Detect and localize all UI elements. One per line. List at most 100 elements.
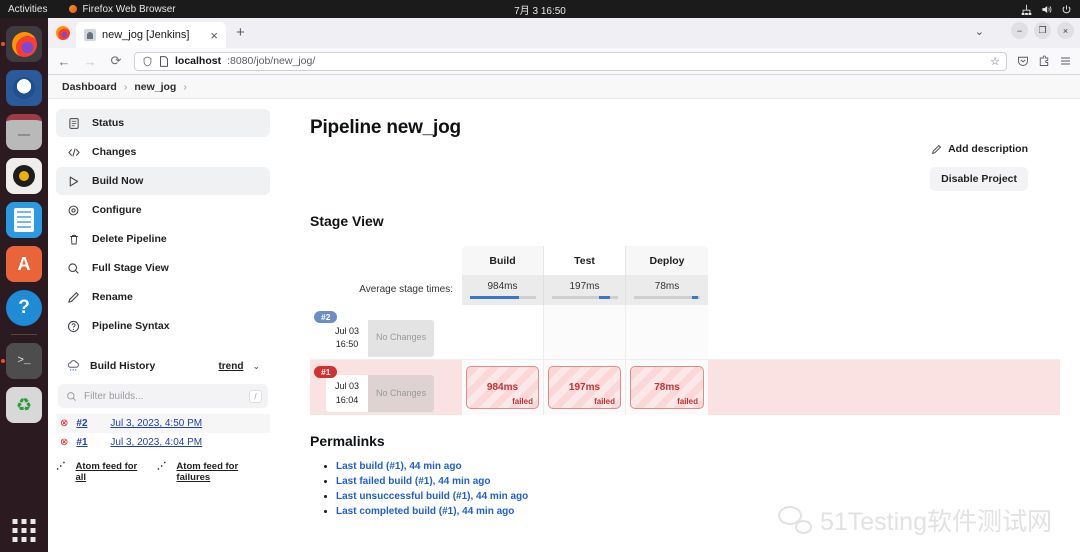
build-number[interactable]: #1 bbox=[76, 437, 102, 448]
chevron-down-icon[interactable]: ⌄ bbox=[252, 361, 260, 372]
build-date[interactable]: Jul 3, 2023, 4:50 PM bbox=[110, 418, 202, 429]
ubuntu-software-icon[interactable]: A bbox=[6, 246, 42, 282]
add-description-button[interactable]: Add description bbox=[930, 143, 1028, 155]
dock-item-trash[interactable]: ♻ bbox=[6, 387, 42, 423]
pencil-icon bbox=[66, 291, 81, 304]
page-title: Pipeline new_jog bbox=[310, 117, 461, 138]
back-icon[interactable]: ← bbox=[56, 54, 72, 69]
atom-feed-failures-link[interactable]: Atom feed for failures bbox=[176, 461, 270, 483]
permalink-last-failed-build[interactable]: Last failed build (#1), 44 min ago bbox=[336, 476, 490, 487]
stage-run-row-1[interactable]: #1 Jul 03 16:04 No Changes 984ms failed … bbox=[310, 360, 1060, 415]
document-icon bbox=[66, 117, 81, 130]
atom-feed-links: ⋰ Atom feed for all ⋰ Atom feed for fail… bbox=[56, 461, 270, 483]
help-icon[interactable]: ? bbox=[6, 290, 42, 326]
sidebar-item-changes[interactable]: Changes bbox=[56, 138, 270, 166]
activities-button[interactable]: Activities bbox=[8, 4, 47, 15]
sidebar-item-delete-pipeline[interactable]: Delete Pipeline bbox=[56, 225, 270, 253]
filter-builds-input[interactable]: Filter builds... / bbox=[58, 384, 268, 408]
build-number[interactable]: #2 bbox=[76, 418, 102, 429]
power-icon[interactable] bbox=[1061, 4, 1072, 15]
dock-item-terminal[interactable]: >_ bbox=[1, 343, 42, 379]
failed-stage-box[interactable]: 197ms failed bbox=[548, 366, 621, 409]
sidebar-item-status[interactable]: Status bbox=[56, 109, 270, 137]
dock-item-ubuntu-software[interactable]: A bbox=[6, 246, 42, 282]
minimize-button[interactable]: − bbox=[1011, 22, 1028, 39]
run-info-box: Jul 03 16:04 No Changes bbox=[326, 375, 435, 412]
stage-cell-test[interactable] bbox=[544, 305, 626, 359]
firefox-logo-icon bbox=[56, 26, 70, 40]
trash-icon[interactable]: ♻ bbox=[6, 387, 42, 423]
system-tray[interactable] bbox=[1021, 4, 1072, 15]
chevron-down-icon[interactable]: ⌄ bbox=[975, 25, 984, 38]
failed-stage-box[interactable]: 984ms failed bbox=[466, 366, 539, 409]
trash-icon bbox=[66, 233, 81, 246]
disable-project-button[interactable]: Disable Project bbox=[930, 167, 1028, 191]
build-badge[interactable]: #1 bbox=[314, 366, 338, 378]
stage-duration-bar bbox=[551, 296, 618, 299]
files-icon[interactable] bbox=[6, 114, 42, 150]
forward-icon[interactable]: → bbox=[82, 54, 98, 69]
dock-item-rhythmbox[interactable] bbox=[6, 158, 42, 194]
show-applications-button[interactable] bbox=[12, 519, 36, 542]
close-button[interactable]: × bbox=[1057, 22, 1074, 39]
firefox-icon bbox=[69, 5, 78, 13]
stage-duration-bar bbox=[469, 296, 536, 299]
stage-cell-test[interactable]: 197ms failed bbox=[544, 360, 626, 415]
bookmark-star-icon[interactable]: ☆ bbox=[990, 55, 1000, 68]
stage-columns: Build 984ms Test 197ms Deploy 78ms bbox=[462, 246, 708, 305]
dock-item-libreoffice-writer[interactable] bbox=[6, 202, 42, 238]
new-tab-button[interactable]: + bbox=[236, 25, 245, 40]
jenkins-favicon bbox=[84, 29, 96, 41]
extensions-icon[interactable] bbox=[1038, 55, 1050, 67]
dock-item-files[interactable] bbox=[6, 114, 42, 150]
reload-icon[interactable]: ⟳ bbox=[108, 53, 124, 69]
active-app-indicator[interactable]: Firefox Web Browser bbox=[69, 4, 176, 15]
network-icon[interactable] bbox=[1021, 4, 1032, 15]
permalink-last-unsuccessful-build[interactable]: Last unsuccessful build (#1), 44 min ago bbox=[336, 491, 528, 502]
build-badge[interactable]: #2 bbox=[314, 311, 338, 323]
trend-link[interactable]: trend bbox=[218, 361, 243, 372]
sidebar-item-rename[interactable]: Rename bbox=[56, 283, 270, 311]
thunderbird-icon[interactable] bbox=[6, 70, 42, 106]
hamburger-menu-icon[interactable] bbox=[1059, 55, 1072, 67]
stage-cell-deploy[interactable]: 78ms failed bbox=[626, 360, 708, 415]
stage-cell-deploy[interactable] bbox=[626, 305, 708, 359]
url-host: localhost bbox=[175, 55, 222, 67]
tab-new-jog[interactable]: new_jog [Jenkins] × bbox=[76, 22, 226, 48]
close-icon[interactable]: × bbox=[210, 29, 218, 42]
breadcrumb-new-jog[interactable]: new_jog bbox=[134, 81, 176, 93]
url-bar[interactable]: localhost:8080/job/new_jog/ ☆ bbox=[134, 51, 1007, 71]
stage-run-row-2[interactable]: #2 Jul 03 16:50 No Changes bbox=[310, 305, 1060, 360]
breadcrumb-dashboard[interactable]: Dashboard bbox=[62, 81, 117, 93]
dock-item-thunderbird[interactable] bbox=[6, 70, 42, 106]
shield-icon bbox=[143, 56, 152, 66]
sidebar-item-pipeline-syntax[interactable]: Pipeline Syntax bbox=[56, 312, 270, 340]
sidebar-item-configure[interactable]: Configure bbox=[56, 196, 270, 224]
volume-icon[interactable] bbox=[1041, 4, 1052, 15]
stage-cell-build[interactable]: 984ms failed bbox=[462, 360, 544, 415]
permalink-last-completed-build[interactable]: Last completed build (#1), 44 min ago bbox=[336, 506, 514, 517]
stage-cell-build[interactable] bbox=[462, 305, 544, 359]
build-history-row[interactable]: ⊗ #2 Jul 3, 2023, 4:50 PM bbox=[56, 414, 270, 433]
run-datetime: Jul 03 16:50 bbox=[326, 319, 369, 357]
libreoffice-writer-icon[interactable] bbox=[6, 202, 42, 238]
build-history-row[interactable]: ⊗ #1 Jul 3, 2023, 4:04 PM bbox=[56, 433, 270, 452]
pocket-icon[interactable] bbox=[1017, 55, 1029, 67]
dock-item-firefox[interactable] bbox=[1, 26, 42, 62]
failed-stage-box[interactable]: 78ms failed bbox=[630, 366, 704, 409]
permalink-last-build[interactable]: Last build (#1), 44 min ago bbox=[336, 461, 462, 472]
run-datetime: Jul 03 16:04 bbox=[326, 375, 369, 412]
build-date[interactable]: Jul 3, 2023, 4:04 PM bbox=[110, 437, 202, 448]
dock-item-help[interactable]: ? bbox=[6, 290, 42, 326]
jenkins-page: Dashboard › new_jog › Status Changes Bui… bbox=[48, 75, 1080, 552]
stage-duration: 78ms bbox=[654, 382, 680, 393]
maximize-button[interactable]: ❐ bbox=[1034, 22, 1051, 39]
atom-feed-all-link[interactable]: Atom feed for all bbox=[76, 461, 147, 483]
sidebar-item-full-stage-view[interactable]: Full Stage View bbox=[56, 254, 270, 282]
sidebar-item-build-now[interactable]: Build Now bbox=[56, 167, 270, 195]
terminal-icon[interactable]: >_ bbox=[6, 343, 42, 379]
firefox-icon[interactable] bbox=[6, 26, 42, 62]
rhythmbox-icon[interactable] bbox=[6, 158, 42, 194]
build-history-header: Build History trend ⌄ bbox=[56, 354, 270, 378]
permalinks-heading: Permalinks bbox=[310, 433, 385, 449]
